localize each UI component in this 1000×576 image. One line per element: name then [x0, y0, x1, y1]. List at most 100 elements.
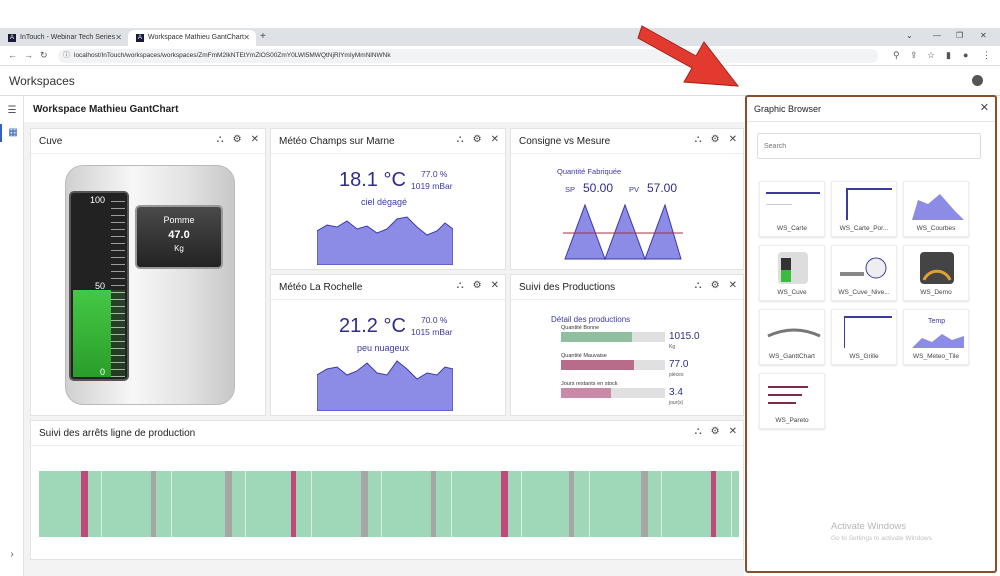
production-value: 77.0	[669, 359, 689, 370]
gear-icon[interactable]: ⚙	[711, 426, 720, 437]
graphic-item-ganttchart[interactable]: WS_GanttChart	[759, 309, 825, 365]
weather-description: ciel dégagé	[361, 197, 408, 207]
menu-list-icon[interactable]: ☰	[0, 102, 24, 120]
browser-tab-workspace[interactable]: A Workspace Mathieu GantChart ✕	[128, 30, 256, 46]
graphic-item-courbes[interactable]: WS_Courbes	[903, 181, 969, 237]
zoom-icon[interactable]: ⚲	[893, 50, 900, 61]
dashboard-icon[interactable]: ▦	[0, 124, 24, 142]
forward-icon[interactable]: →	[24, 50, 33, 60]
page-title: Workspaces	[9, 74, 75, 88]
divider	[511, 299, 743, 300]
production-bar	[561, 332, 632, 342]
gantt-gridline	[381, 471, 382, 537]
url-field[interactable]: ⓘ localhost/InTouch/workspaces/workspace…	[58, 49, 878, 63]
left-rail: ☰ ▦ ›	[0, 96, 24, 576]
humidity: 70.0 %	[421, 315, 448, 325]
gantt-stop-marker	[641, 471, 648, 537]
close-icon[interactable]: ✕	[729, 134, 737, 145]
card-title: Météo Champs sur Marne	[279, 136, 395, 147]
product-unit: Kg	[174, 244, 184, 253]
app-logo-icon: A	[8, 34, 16, 42]
card-meteo-champs: Météo Champs sur Marne ⛬ ⚙ ✕ 18.1 °C 77.0 …	[270, 128, 506, 270]
graphic-item-cuve[interactable]: WS_Cuve	[759, 245, 825, 301]
close-icon[interactable]: ✕	[491, 134, 499, 145]
divider	[271, 153, 505, 154]
card-tools: ⛬ ⚙ ✕	[686, 280, 737, 291]
weather-trend-chart	[317, 216, 453, 265]
back-icon[interactable]: ←	[8, 50, 17, 60]
expand-icon[interactable]: ›	[0, 546, 24, 564]
user-icon[interactable]	[972, 75, 983, 86]
close-icon[interactable]: ✕	[729, 280, 737, 291]
graphic-item-demo[interactable]: WS_Demo	[903, 245, 969, 301]
app-logo-icon: A	[136, 34, 144, 42]
gear-icon[interactable]: ⚙	[233, 134, 242, 145]
graphic-item-carte-portrait[interactable]: WS_Carte_Por...	[831, 181, 897, 237]
graphic-item-grille[interactable]: WS_Grille	[831, 309, 897, 365]
close-window-icon[interactable]: ✕	[980, 31, 987, 40]
card-title: Suivi des Productions	[519, 282, 616, 293]
sp-pv-chart	[563, 203, 683, 261]
card-suivi-arrets: Suivi des arrêts ligne de production ⛬ ⚙ ✕	[30, 420, 744, 560]
star-icon[interactable]: ☆	[927, 50, 935, 61]
hierarchy-icon[interactable]: ⛬	[217, 134, 224, 145]
pv-value: 57.00	[647, 181, 678, 195]
new-tab-icon[interactable]: +	[260, 31, 266, 42]
gantt-stop-marker	[431, 471, 436, 537]
card-title: Suivi des arrêts ligne de production	[39, 428, 196, 439]
graphic-thumbnail	[908, 250, 966, 286]
graphic-item-carte[interactable]: WS_Carte	[759, 181, 825, 237]
graphic-item-label: WS_Carte_Por...	[839, 225, 889, 232]
divider	[31, 153, 265, 154]
info-icon: ⓘ	[63, 52, 70, 59]
weather-description: peu nuageux	[357, 343, 410, 353]
graphic-thumbnail	[836, 186, 894, 222]
minimize-icon[interactable]: —	[933, 31, 941, 40]
graphic-item-label: WS_Courbes	[916, 225, 956, 232]
graphic-item-pareto[interactable]: WS_Pareto	[759, 373, 825, 429]
close-icon[interactable]: ✕	[251, 134, 259, 145]
maximize-icon[interactable]: ❐	[956, 31, 963, 40]
pressure: 1015 mBar	[411, 327, 453, 337]
production-unit: pièces	[669, 372, 684, 378]
gear-icon[interactable]: ⚙	[711, 280, 720, 291]
reload-icon[interactable]: ↻	[40, 50, 48, 61]
gear-icon[interactable]: ⚙	[711, 134, 720, 145]
browser-tab-intouch[interactable]: A InTouch - Webinar Tech Series ✕	[0, 30, 128, 46]
close-tab-icon[interactable]: ✕	[243, 30, 250, 46]
hierarchy-icon[interactable]: ⛬	[457, 280, 464, 291]
card-meteo-rochelle: Météo La Rochelle ⛬ ⚙ ✕ 21.2 °C 70.0 % 101…	[270, 274, 506, 416]
gear-icon[interactable]: ⚙	[473, 280, 482, 291]
gear-icon[interactable]: ⚙	[473, 134, 482, 145]
hierarchy-icon[interactable]: ⛬	[695, 280, 702, 291]
share-icon[interactable]: ⇪	[910, 50, 918, 61]
close-tab-icon[interactable]: ✕	[115, 30, 122, 46]
sidebar-icon[interactable]: ▮	[946, 50, 951, 61]
workspace-title: Workspace Mathieu GantChart	[33, 104, 179, 115]
menu-icon[interactable]: ⋮	[982, 50, 991, 61]
hierarchy-icon[interactable]: ⛬	[695, 426, 702, 437]
profile-icon[interactable]: ●	[963, 50, 968, 60]
chevron-down-icon[interactable]: ⌄	[906, 31, 913, 40]
graphic-item-label: WS_Cuve	[777, 289, 807, 296]
product-name: Pomme	[163, 215, 195, 225]
close-icon[interactable]: ✕	[980, 101, 989, 114]
close-icon[interactable]: ✕	[729, 426, 737, 437]
gantt-gridline	[311, 471, 312, 537]
gantt-gridline	[589, 471, 590, 537]
graphic-item-meteo-tile[interactable]: Temp WS_Meteo_Tile	[903, 309, 969, 365]
search-input[interactable]	[757, 133, 981, 159]
card-title: Consigne vs Mesure	[519, 136, 611, 147]
hierarchy-icon[interactable]: ⛬	[457, 134, 464, 145]
graphic-thumbnail	[764, 250, 822, 286]
hierarchy-icon[interactable]: ⛬	[695, 134, 702, 145]
production-row-label: Quantité Mauvaise	[561, 353, 607, 359]
graphic-thumbnail	[764, 314, 822, 350]
production-subtitle: Détail des productions	[551, 315, 631, 324]
gantt-chart	[39, 471, 739, 537]
scale-mid: 50	[94, 281, 105, 291]
card-tools: ⛬ ⚙ ✕	[686, 134, 737, 145]
graphic-item-cuve-niveau[interactable]: WS_Cuve_Nive...	[831, 245, 897, 301]
close-icon[interactable]: ✕	[491, 280, 499, 291]
gantt-stop-marker	[501, 471, 508, 537]
